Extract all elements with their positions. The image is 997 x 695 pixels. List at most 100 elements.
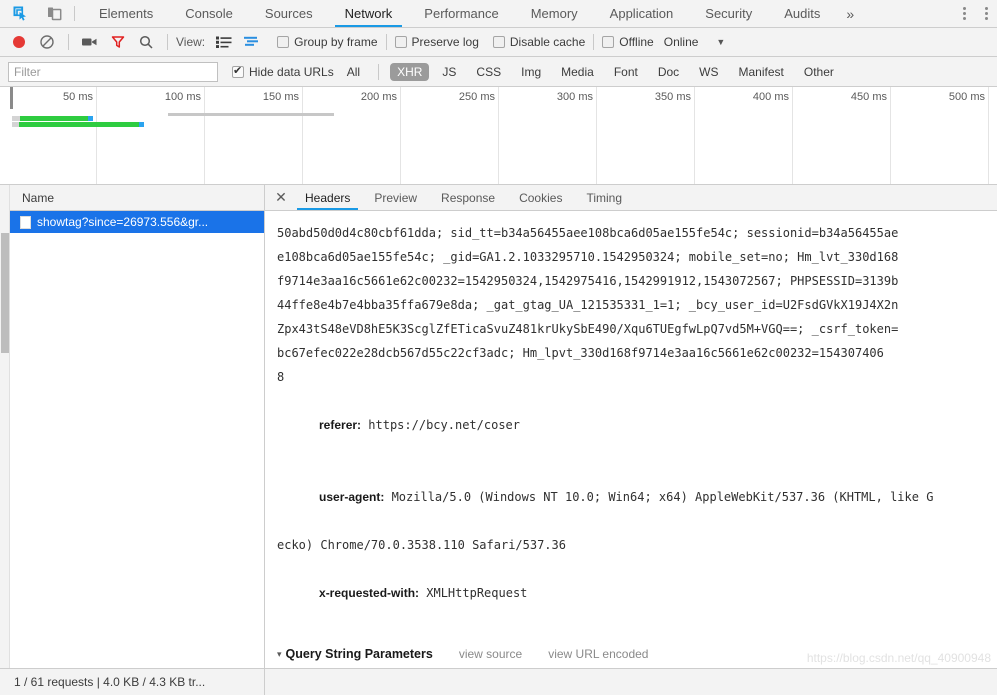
overview-bar-tail bbox=[139, 122, 144, 127]
request-name-column-header[interactable]: Name bbox=[10, 185, 264, 211]
detail-tabbar: ✕ Headers Preview Response Cookies Timin… bbox=[265, 185, 997, 211]
camera-icon[interactable] bbox=[77, 30, 103, 54]
tab-memory[interactable]: Memory bbox=[515, 0, 594, 27]
cookie-line: f9714e3aa16c5661e62c00232=1542950324,154… bbox=[277, 274, 899, 288]
tab-console[interactable]: Console bbox=[169, 0, 249, 27]
tab-label: Console bbox=[185, 6, 233, 21]
header-value: Mozilla/5.0 (Windows NT 10.0; Win64; x64… bbox=[384, 490, 934, 504]
request-list-panel: Name showtag?since=26973.556&gr... bbox=[10, 185, 265, 668]
hide-data-urls-label: Hide data URLs bbox=[249, 64, 334, 79]
tab-label: Elements bbox=[99, 6, 154, 21]
filter-type-xhr[interactable]: XHR bbox=[390, 62, 430, 81]
header-row-user-agent: user-agent: Mozilla/5.0 (Windows NT 10.0… bbox=[277, 461, 997, 533]
tab-label: Audits bbox=[784, 6, 821, 21]
tab-security[interactable]: Security bbox=[689, 0, 768, 27]
section-title: Query String Parameters bbox=[285, 647, 433, 661]
cookie-line: 50abd50d0d4c80cbf61dda; sid_tt=b34a56455… bbox=[277, 226, 899, 240]
more-tabs-chevron-icon[interactable]: » bbox=[836, 0, 864, 27]
tabbar-left-icons bbox=[0, 0, 66, 27]
device-toolbar-icon[interactable] bbox=[44, 4, 64, 24]
tab-headers[interactable]: Headers bbox=[293, 185, 362, 210]
filter-type-img[interactable]: Img bbox=[514, 63, 548, 81]
cookie-line: e108bca6d05ae155fe54c; _gid=GA1.2.103329… bbox=[277, 250, 899, 264]
overview-request-bar bbox=[12, 122, 144, 127]
overview-tick: 100 ms bbox=[165, 87, 205, 184]
view-source-link[interactable]: view source bbox=[459, 643, 522, 665]
request-name: showtag?since=26973.556&gr... bbox=[37, 215, 209, 229]
close-icon[interactable]: ✕ bbox=[269, 185, 293, 210]
offline-checkbox[interactable]: Offline bbox=[602, 35, 654, 49]
tab-elements[interactable]: Elements bbox=[83, 0, 169, 27]
waterfall-view-icon[interactable] bbox=[239, 30, 265, 54]
filter-type-manifest[interactable]: Manifest bbox=[732, 63, 791, 81]
tab-sources[interactable]: Sources bbox=[249, 0, 329, 27]
preserve-log-checkbox[interactable]: Preserve log bbox=[394, 35, 479, 49]
main-menu-kebab-icon[interactable] bbox=[953, 3, 975, 25]
list-view-icon[interactable] bbox=[211, 30, 237, 54]
group-by-frame-checkbox[interactable]: Group by frame bbox=[277, 35, 378, 49]
request-list: showtag?since=26973.556&gr... bbox=[10, 211, 264, 668]
filter-type-js[interactable]: JS bbox=[435, 63, 463, 81]
group-by-frame-label: Group by frame bbox=[294, 35, 378, 49]
tab-application[interactable]: Application bbox=[594, 0, 690, 27]
header-name: referer: bbox=[319, 418, 362, 432]
filter-type-ws[interactable]: WS bbox=[692, 63, 725, 81]
view-url-encoded-link[interactable]: view URL encoded bbox=[548, 643, 648, 665]
disable-cache-checkbox[interactable]: Disable cache bbox=[492, 35, 585, 49]
overview-bar-waiting bbox=[12, 122, 19, 127]
tab-audits[interactable]: Audits bbox=[768, 0, 836, 27]
tab-label: Application bbox=[609, 6, 674, 21]
page-vertical-scrollbar[interactable] bbox=[0, 185, 10, 668]
header-value-continuation: ecko) Chrome/70.0.3538.110 Safari/537.36 bbox=[277, 538, 566, 552]
scrollbar-thumb[interactable] bbox=[1, 233, 9, 353]
overview-gray-marker bbox=[168, 113, 334, 116]
devtools-tabbar: Elements Console Sources Network Perform… bbox=[0, 0, 997, 28]
filter-input[interactable] bbox=[8, 61, 218, 82]
tab-performance[interactable]: Performance bbox=[408, 0, 514, 27]
network-overview-timeline[interactable]: 50 ms 100 ms 150 ms 200 ms 250 ms 300 ms… bbox=[0, 87, 997, 185]
overview-selection-handle[interactable] bbox=[10, 87, 13, 109]
tabbar-divider bbox=[74, 6, 75, 21]
more-tabs-label: » bbox=[846, 5, 855, 22]
filter-type-all[interactable]: All bbox=[340, 63, 367, 81]
funnel-icon[interactable] bbox=[105, 30, 131, 54]
tab-label: Performance bbox=[424, 6, 499, 21]
overview-tick-label: 100 ms bbox=[164, 91, 201, 103]
filter-type-media[interactable]: Media bbox=[554, 63, 601, 81]
throttling-select-value[interactable]: Online bbox=[664, 35, 699, 49]
filter-type-other[interactable]: Other bbox=[797, 63, 841, 81]
query-string-section-header[interactable]: ▾ Query String Parameters view source vi… bbox=[277, 643, 997, 665]
header-value: XMLHttpRequest bbox=[419, 586, 528, 600]
chevron-down-icon[interactable]: ▼ bbox=[716, 37, 725, 47]
preserve-log-label: Preserve log bbox=[411, 35, 479, 49]
record-circle-icon[interactable] bbox=[6, 30, 32, 54]
header-row-x-requested-with: x-requested-with: XMLHttpRequest bbox=[277, 557, 997, 629]
inspect-element-icon[interactable] bbox=[10, 4, 30, 24]
filter-type-doc[interactable]: Doc bbox=[651, 63, 686, 81]
overflow-kebab-icon[interactable] bbox=[975, 3, 997, 25]
overview-bar-tail bbox=[88, 116, 93, 121]
cookie-line: 44ffe8e4b7e4bba35ffa679e8da; _gat_gtag_U… bbox=[277, 298, 899, 312]
xhr-file-icon bbox=[20, 215, 31, 229]
overview-tick: 300 ms bbox=[557, 87, 597, 184]
overview-tick-label: 500 ms bbox=[948, 91, 985, 103]
checkbox-box bbox=[394, 36, 407, 48]
table-row[interactable]: showtag?since=26973.556&gr... bbox=[10, 211, 264, 233]
header-value: https://bcy.net/coser bbox=[361, 418, 520, 432]
filter-type-css[interactable]: CSS bbox=[469, 63, 508, 81]
overview-tick: 350 ms bbox=[655, 87, 695, 184]
magnifier-icon[interactable] bbox=[133, 30, 159, 54]
overview-tick-label: 200 ms bbox=[360, 91, 397, 103]
filter-type-font[interactable]: Font bbox=[607, 63, 645, 81]
overview-tick-label: 400 ms bbox=[752, 91, 789, 103]
hide-data-urls-checkbox[interactable]: Hide data URLs bbox=[232, 64, 334, 79]
clear-icon[interactable] bbox=[34, 30, 60, 54]
tab-network[interactable]: Network bbox=[329, 0, 409, 27]
tab-response[interactable]: Response bbox=[429, 185, 507, 210]
headers-scroll-area[interactable]: 50abd50d0d4c80cbf61dda; sid_tt=b34a56455… bbox=[265, 211, 997, 668]
tab-cookies[interactable]: Cookies bbox=[507, 185, 574, 210]
tab-preview[interactable]: Preview bbox=[362, 185, 429, 210]
overview-gridlines: 50 ms 100 ms 150 ms 200 ms 250 ms 300 ms… bbox=[0, 87, 997, 184]
tab-timing[interactable]: Timing bbox=[574, 185, 634, 210]
overview-tick: 200 ms bbox=[361, 87, 401, 184]
